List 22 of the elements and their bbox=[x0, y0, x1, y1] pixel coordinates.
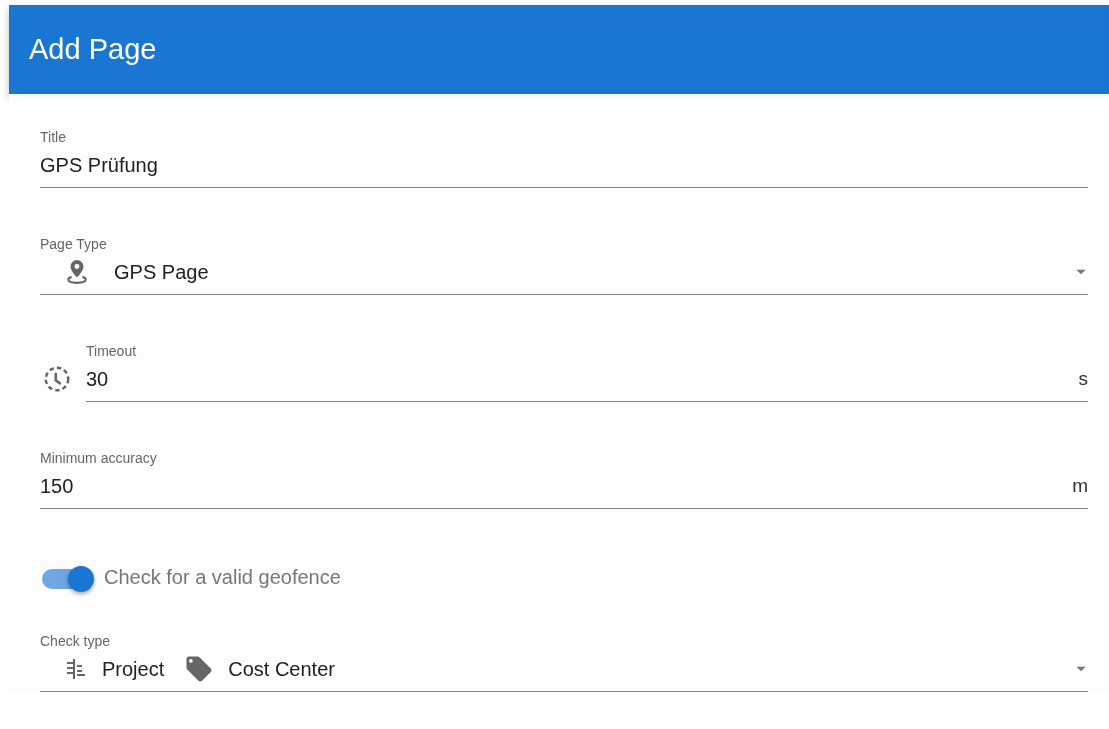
field-value: 30 bbox=[86, 367, 109, 391]
dialog-title: Add Page bbox=[29, 33, 157, 66]
select-field[interactable]: Page Type GPS Page bbox=[40, 236, 1088, 295]
field-label: Title bbox=[40, 129, 67, 145]
field-label: Timeout bbox=[86, 343, 138, 359]
timer-icon bbox=[42, 364, 72, 394]
field-value: GPS Prüfung bbox=[40, 153, 158, 177]
input-field[interactable]: Title GPS Prüfung bbox=[40, 129, 1088, 188]
field-label: Minimum accuracy bbox=[40, 450, 158, 466]
field-value: GPS Page bbox=[114, 260, 209, 284]
input-field[interactable]: Minimum accuracy 150 m bbox=[40, 450, 1088, 509]
select-field[interactable]: Check type Project Cost Center bbox=[40, 633, 1088, 692]
unit-suffix: m bbox=[1072, 475, 1088, 497]
switch-label: Check for a valid geofence bbox=[104, 565, 341, 589]
field-value: 150 bbox=[40, 474, 74, 498]
unit-suffix: s bbox=[1078, 368, 1088, 390]
selected-option: Cost Center bbox=[228, 657, 335, 681]
input-field[interactable]: Timeout 30 s bbox=[86, 343, 1088, 402]
selected-option: Project bbox=[102, 657, 165, 681]
field-label: Page Type bbox=[40, 236, 108, 252]
field-label: Check type bbox=[40, 633, 112, 649]
hierarchy-icon bbox=[64, 657, 88, 681]
